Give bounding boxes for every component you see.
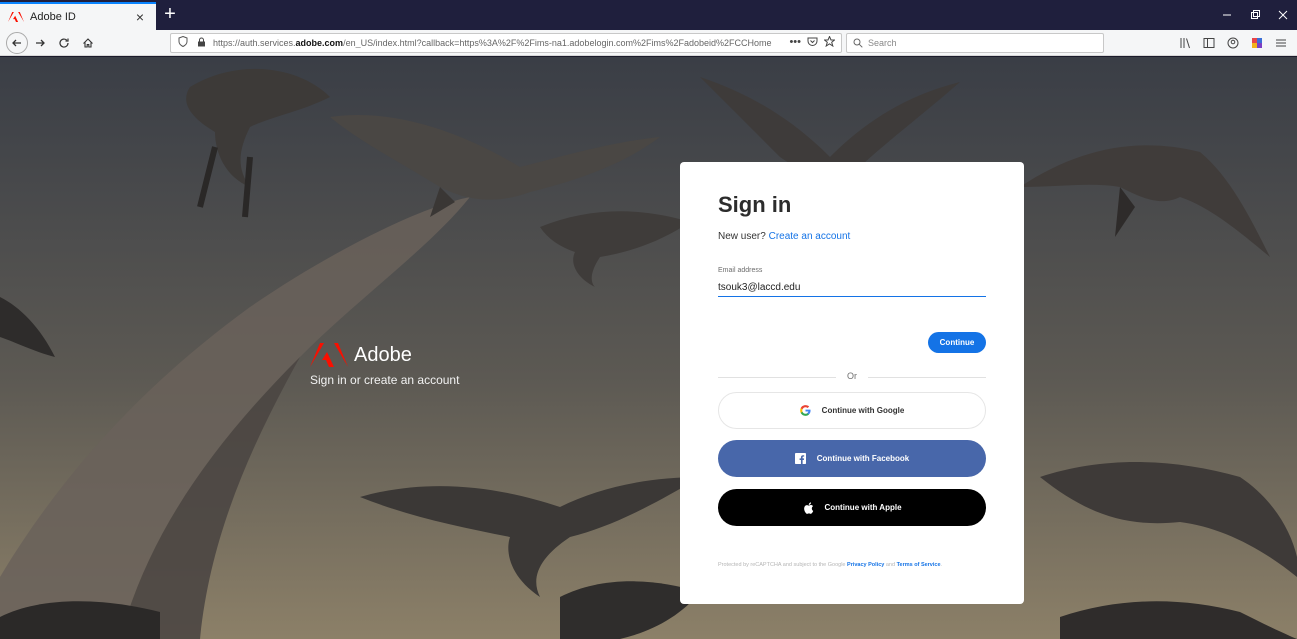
pocket-icon[interactable] [807, 36, 818, 50]
reload-icon[interactable] [52, 32, 76, 54]
email-label: Email address [718, 267, 763, 274]
tab-bar: Adobe ID × + [0, 0, 1297, 30]
toolbar-right [1175, 33, 1291, 53]
minimize-icon[interactable] [1213, 0, 1241, 30]
shield-icon[interactable] [177, 35, 189, 50]
new-tab-button[interactable]: + [158, 4, 182, 26]
forward-icon[interactable] [28, 32, 52, 54]
close-icon[interactable] [1269, 0, 1297, 30]
adobe-logo-icon [8, 10, 24, 24]
email-field[interactable] [718, 279, 986, 297]
tab-close-button[interactable]: × [132, 9, 148, 25]
privacy-policy-link[interactable]: Privacy Policy [847, 562, 884, 568]
library-icon[interactable] [1175, 33, 1195, 53]
brand-tagline: Sign in or create an account [310, 373, 460, 387]
star-icon[interactable] [823, 35, 836, 50]
search-input[interactable]: Search [846, 33, 1104, 53]
continue-with-apple-button[interactable]: Continue with Apple [718, 489, 986, 526]
facebook-icon [795, 453, 807, 465]
maximize-icon[interactable] [1241, 0, 1269, 30]
continue-with-facebook-button[interactable]: Continue with Facebook [718, 440, 986, 477]
url-text: https://auth.services.adobe.com/en_US/in… [213, 38, 772, 48]
back-icon[interactable] [6, 31, 28, 54]
tab-title: Adobe ID [30, 11, 76, 23]
adobe-logo-icon [310, 343, 348, 367]
adobe-wordmark: Adobe [354, 343, 412, 366]
or-divider: Or [718, 370, 986, 384]
apple-icon [802, 501, 814, 514]
divider-line-right [868, 377, 986, 378]
search-icon [853, 38, 863, 48]
extension-icon[interactable] [1247, 33, 1267, 53]
menu-icon[interactable] [1271, 33, 1291, 53]
seagulls-background-image [0, 57, 1297, 639]
window-controls [1213, 0, 1297, 30]
search-placeholder: Search [868, 38, 897, 48]
new-user-prompt: New user? Create an account [718, 231, 851, 242]
terms-of-service-link[interactable]: Terms of Service [897, 562, 941, 568]
page-actions-button[interactable]: ••• [789, 36, 801, 50]
create-account-link[interactable]: Create an account [769, 231, 851, 242]
google-icon [800, 405, 812, 417]
browser-tab[interactable]: Adobe ID × [0, 2, 156, 30]
sidebar-icon[interactable] [1199, 33, 1219, 53]
lock-icon[interactable] [195, 37, 207, 50]
navigation-toolbar: https://auth.services.adobe.com/en_US/in… [0, 30, 1297, 56]
page-background: Adobe Sign in or create an account Sign … [0, 57, 1297, 639]
sign-in-title: Sign in [718, 192, 792, 217]
recaptcha-legal-text: Protected by reCAPTCHA and subject to th… [718, 562, 943, 568]
or-label: Or [847, 371, 857, 381]
continue-button[interactable]: Continue [928, 332, 986, 353]
home-icon[interactable] [76, 32, 100, 54]
account-icon[interactable] [1223, 33, 1243, 53]
adobe-branding: Adobe Sign in or create an account [310, 343, 459, 387]
sign-in-card: Sign in New user? Create an account Emai… [680, 162, 1024, 604]
url-bar[interactable]: https://auth.services.adobe.com/en_US/in… [170, 33, 842, 53]
continue-with-google-button[interactable]: Continue with Google [718, 392, 986, 429]
